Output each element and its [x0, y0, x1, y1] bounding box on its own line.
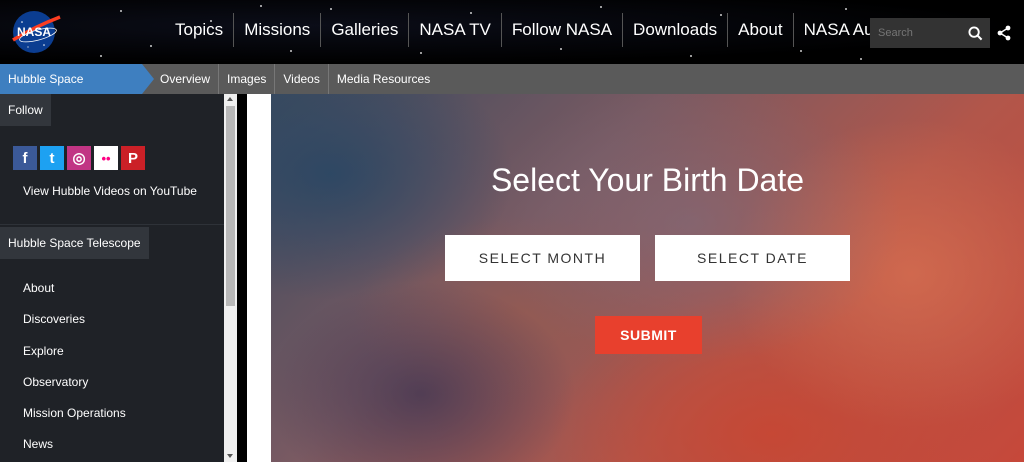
- search-box: [870, 18, 990, 48]
- sidebar-menu: About Discoveries Explore Observatory Missio…: [0, 273, 224, 461]
- star: [420, 52, 422, 54]
- svg-text:NASA: NASA: [17, 25, 51, 39]
- nav-item-nasa-tv[interactable]: NASA TV: [409, 12, 501, 48]
- scroll-thumb[interactable]: [226, 106, 235, 306]
- top-header: NASA Topics Missions Galleries NASA TV Follo…: [0, 0, 1024, 64]
- section-heading: Hubble Space Telescope: [0, 227, 149, 259]
- star: [290, 50, 292, 52]
- sidebar-item-discoveries[interactable]: Discoveries: [0, 304, 224, 335]
- nasa-logo[interactable]: NASA: [8, 7, 64, 57]
- flickr-icon[interactable]: ••: [94, 146, 118, 170]
- nav-item-follow-nasa[interactable]: Follow NASA: [502, 12, 622, 48]
- star: [860, 58, 862, 60]
- nav-item-topics[interactable]: Topics: [165, 12, 233, 48]
- follow-heading: Follow: [0, 94, 51, 126]
- sidebar-item-about[interactable]: About: [0, 273, 224, 304]
- star: [690, 55, 692, 57]
- subnav-home-link[interactable]: Hubble Space Telescope: [0, 64, 154, 116]
- nav-item-galleries[interactable]: Galleries: [321, 12, 408, 48]
- star: [260, 5, 262, 7]
- select-date-button[interactable]: SELECT DATE: [655, 235, 850, 281]
- star: [600, 6, 602, 8]
- star: [100, 55, 102, 57]
- sidebar-divider: [0, 224, 224, 225]
- star: [120, 10, 122, 12]
- nav-item-missions[interactable]: Missions: [234, 12, 320, 48]
- star: [150, 45, 152, 47]
- submit-button[interactable]: SUBMIT: [595, 316, 702, 354]
- sidebar-item-explore[interactable]: Explore: [0, 336, 224, 367]
- nav-item-downloads[interactable]: Downloads: [623, 12, 727, 48]
- hero-nebula-panel: Select Your Birth Date SELECT MONTH SELE…: [271, 94, 1024, 462]
- sidebar-item-news[interactable]: News: [0, 429, 224, 460]
- star: [800, 50, 802, 52]
- star: [560, 48, 562, 50]
- sidebar-scrollbar[interactable]: [224, 94, 237, 462]
- star: [330, 8, 332, 10]
- subnav-item-images[interactable]: Images: [219, 64, 276, 94]
- search-icon[interactable]: [962, 18, 988, 48]
- subnav-item-videos[interactable]: Videos: [275, 64, 329, 94]
- secondary-navigation: Hubble Space Telescope OverviewImagesVid…: [0, 64, 1024, 116]
- search-input[interactable]: [870, 18, 962, 48]
- instagram-icon[interactable]: ◎: [67, 146, 91, 170]
- select-month-button[interactable]: SELECT MONTH: [445, 235, 640, 281]
- content-border: [247, 94, 271, 462]
- social-links: f t ◎ •• P: [13, 146, 224, 170]
- pinterest-icon[interactable]: P: [121, 146, 145, 170]
- sidebar-item-mission-operations[interactable]: Mission Operations: [0, 398, 224, 429]
- sidebar-item-observatory[interactable]: Observatory: [0, 367, 224, 398]
- subnav-item-media-resources[interactable]: Media Resources: [329, 64, 438, 94]
- sidebar: Follow f t ◎ •• P View Hubble Videos on YouT…: [0, 94, 224, 462]
- youtube-videos-link[interactable]: View Hubble Videos on YouTube: [23, 184, 224, 198]
- subnav-item-overview[interactable]: Overview: [152, 64, 220, 94]
- gutter: [237, 94, 247, 462]
- twitter-icon[interactable]: t: [40, 146, 64, 170]
- subnav-items: Overview Images Videos Media Resources: [152, 64, 438, 94]
- main-navigation: Topics Missions Galleries NASA TV Follow NAS…: [165, 12, 942, 48]
- scroll-up-arrow-icon[interactable]: [227, 97, 233, 101]
- hero-title: Select Your Birth Date: [490, 162, 805, 198]
- share-icon[interactable]: [996, 25, 1012, 41]
- nav-item-about[interactable]: About: [728, 12, 792, 48]
- star: [845, 8, 847, 10]
- scroll-down-arrow-icon[interactable]: [227, 454, 233, 458]
- facebook-icon[interactable]: f: [13, 146, 37, 170]
